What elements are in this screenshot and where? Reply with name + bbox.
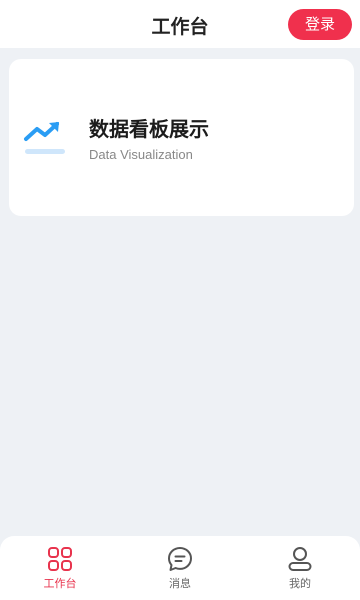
tab-label: 工作台 xyxy=(43,577,77,590)
header: 工作台 登录 xyxy=(0,0,360,48)
card-subtitle: Data Visualization xyxy=(89,147,193,162)
card-title: 数据看板展示 xyxy=(89,117,209,141)
bottom-tab-bar: 工作台 消息 我的 xyxy=(0,536,360,600)
tab-label: 消息 xyxy=(169,577,191,590)
tab-mine[interactable]: 我的 xyxy=(240,536,360,600)
login-button[interactable]: 登录 xyxy=(288,9,352,40)
tab-messages[interactable]: 消息 xyxy=(120,536,240,600)
tab-workbench[interactable]: 工作台 xyxy=(0,536,120,600)
message-icon xyxy=(168,547,192,571)
tab-label: 我的 xyxy=(289,577,311,590)
trending-up-icon xyxy=(23,117,67,159)
data-visualization-card[interactable]: 数据看板展示 Data Visualization xyxy=(9,59,354,216)
user-icon xyxy=(288,547,312,571)
grid-icon xyxy=(48,547,72,571)
